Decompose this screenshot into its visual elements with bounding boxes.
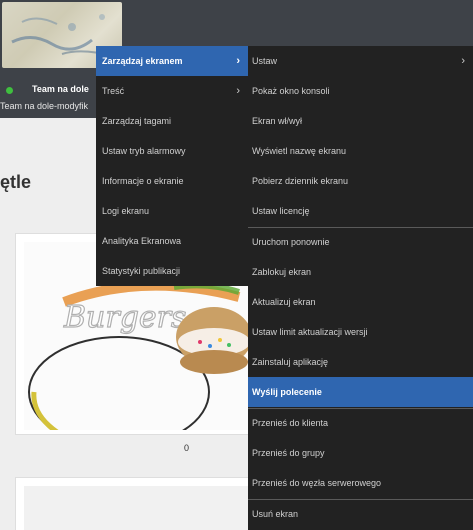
chevron-right-icon: › [236,85,240,97]
menu-item-screen-info[interactable]: Informacje o ekranie [96,166,248,196]
submenu-item-lock-screen[interactable]: Zablokuj ekran [248,257,473,287]
submenu-item-set-license[interactable]: Ustaw licencję [248,196,473,226]
submenu-item-show-console[interactable]: Pokaż okno konsoli [248,76,473,106]
context-menu: Zarządzaj ekranem › Treść › Zarządzaj ta… [96,46,248,286]
submenu-item-version-limit[interactable]: Ustaw limit aktualizacji wersji [248,317,473,347]
manage-screen-submenu: Ustaw › Pokaż okno konsoli Ekran wł/wył … [248,46,473,530]
submenu-item-update-screen[interactable]: Aktualizuj ekran [248,287,473,317]
chevron-right-icon: › [236,55,240,67]
submenu-item-install-app[interactable]: Zainstaluj aplikację [248,347,473,377]
menu-item-manage-tags[interactable]: Zarządzaj tagami [96,106,248,136]
submenu-item-delete-screen[interactable]: Usuń ekran [248,499,473,529]
screen-name: Team na dole [32,84,89,94]
submenu-item-show-screen-name[interactable]: Wyświetl nazwę ekranu [248,136,473,166]
menu-item-screen-analytics[interactable]: Analityka Ekranowa [96,226,248,256]
submenu-item-screen-on-off[interactable]: Ekran wł/wył [248,106,473,136]
menu-item-label: Zarządzaj ekranem [102,56,183,66]
submenu-item-restart[interactable]: Uruchom ponownie [248,227,473,257]
menu-item-label: Ustaw [252,56,278,66]
submenu-item-send-command[interactable]: Wyślij polecenie [248,377,473,407]
menu-item-screen-logs[interactable]: Logi ekranu [96,196,248,226]
menu-item-alarm-mode[interactable]: Ustaw tryb alarmowy [96,136,248,166]
card-count: 0 [184,443,190,453]
menu-item-content[interactable]: Treść › [96,76,248,106]
online-status-dot [6,87,13,94]
chevron-right-icon: › [461,55,465,67]
section-title: ętle [0,172,32,192]
playlist-card[interactable] [15,477,255,530]
menu-item-publication-stats[interactable]: Statystyki publikacji [96,256,248,286]
card-image-text: Burgers [63,300,186,335]
submenu-item-move-to-server-node[interactable]: Przenieś do węzła serwerowego [248,468,473,498]
screen-subtitle: Team na dole-modyfik [0,101,89,111]
submenu-item-download-log[interactable]: Pobierz dziennik ekranu [248,166,473,196]
menu-item-manage-screen[interactable]: Zarządzaj ekranem › [96,46,248,76]
submenu-item-move-to-client[interactable]: Przenieś do klienta [248,408,473,438]
submenu-item-set[interactable]: Ustaw › [248,46,473,76]
menu-item-label: Treść [102,86,125,96]
playlist-thumbnail [24,486,254,530]
submenu-item-move-to-group[interactable]: Przenieś do grupy [248,438,473,468]
